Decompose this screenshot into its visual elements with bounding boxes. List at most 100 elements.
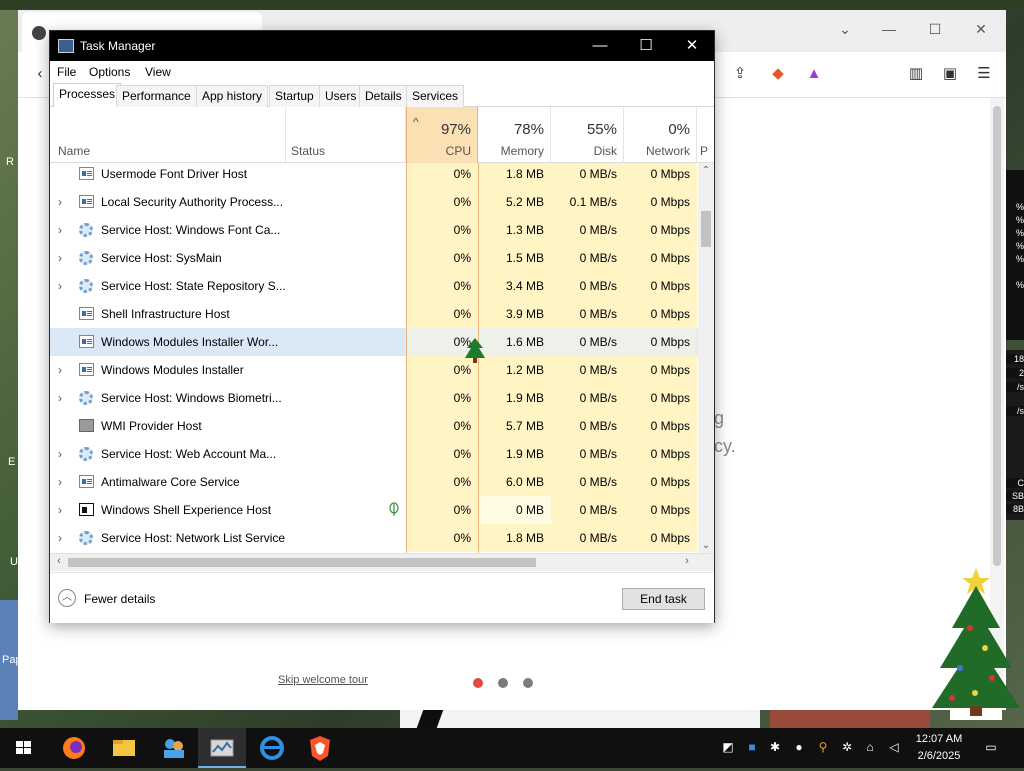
taskbar-internet-explorer[interactable]	[248, 728, 296, 768]
cell-cpu: 0%	[406, 440, 478, 468]
end-task-button[interactable]: End task	[622, 588, 705, 610]
expand-chevron-icon[interactable]: ›	[58, 468, 62, 496]
minimize-button[interactable]: —	[577, 31, 623, 61]
network-icon[interactable]: ⌂	[862, 739, 878, 755]
taskbar-firefox[interactable]	[50, 728, 98, 768]
close-button[interactable]: ✕	[669, 31, 715, 61]
cell-memory: 6.0 MB	[478, 468, 551, 496]
share-icon[interactable]: ⇪	[728, 62, 752, 86]
tab-details[interactable]: Details	[359, 85, 408, 107]
notification-center-icon[interactable]: ▭	[983, 739, 999, 755]
table-row[interactable]: › Service Host: State Repository S... 0% 3.…	[50, 272, 698, 300]
table-row[interactable]: WMI Provider Host 0% 5.7 MB 0 MB/s 0 Mbps	[50, 412, 698, 440]
start-button[interactable]	[0, 728, 48, 768]
chevron-down-icon[interactable]: ⌄	[830, 16, 860, 42]
maximize-button[interactable]: ☐	[623, 31, 669, 61]
skip-welcome-tour-link[interactable]: Skip welcome tour	[278, 674, 368, 686]
process-gear-icon	[79, 251, 93, 265]
taskbar-file-explorer[interactable]	[100, 728, 148, 768]
tray-square-icon[interactable]: ■	[744, 739, 760, 755]
taskbar: ◩ ■ ✱ ● ⚲ ✲ ⌂ ◁ 12:07 AM 2/6/2025 ▭	[0, 728, 1024, 768]
table-row[interactable]: › Windows Shell Experience Host 0% 0 MB 0 MB…	[50, 496, 698, 524]
fewer-details-link[interactable]: Fewer details	[84, 592, 155, 606]
column-header-cpu[interactable]: ^ 97% CPU	[406, 107, 478, 163]
expand-chevron-icon[interactable]: ›	[58, 188, 62, 216]
column-header-status[interactable]: Status	[286, 107, 406, 163]
taskbar-brave[interactable]	[296, 728, 344, 768]
tour-dot-1[interactable]	[473, 678, 483, 688]
tab-startup[interactable]: Startup	[269, 85, 320, 107]
expand-chevron-icon[interactable]: ›	[58, 356, 62, 384]
tab-services[interactable]: Services	[406, 85, 465, 107]
expand-chevron-icon[interactable]: ›	[58, 524, 62, 552]
task-manager-icon	[58, 39, 74, 53]
maximize-icon[interactable]: ☐	[920, 16, 950, 42]
scroll-up-icon[interactable]: ⌃	[700, 165, 712, 176]
column-header-name[interactable]: Name	[50, 107, 286, 163]
stat-2: %	[1006, 215, 1024, 225]
menu-options[interactable]: Options	[89, 65, 130, 79]
taskbar-clock[interactable]: 12:07 AM 2/6/2025	[906, 731, 972, 765]
menu-icon[interactable]: ☰	[972, 62, 996, 86]
cell-memory: 1.8 MB	[478, 163, 551, 188]
taskbar-task-manager[interactable]	[198, 728, 246, 768]
minimize-icon[interactable]: —	[874, 16, 904, 42]
taskbar-people[interactable]	[150, 728, 198, 768]
scroll-down-icon[interactable]: ⌄	[700, 540, 712, 551]
table-row[interactable]: › Service Host: Windows Font Ca... 0% 1.3 M…	[50, 216, 698, 244]
tray-people-icon[interactable]: ✱	[767, 739, 783, 755]
tab-app-history[interactable]: App history	[196, 85, 269, 107]
table-row[interactable]: › Windows Modules Installer 0% 1.2 MB 0 MB/s…	[50, 356, 698, 384]
table-row[interactable]: › Antimalware Core Service 0% 6.0 MB 0 MB/s 0…	[50, 468, 698, 496]
process-shell-icon	[79, 503, 94, 516]
brave-rewards-icon[interactable]: ▲	[802, 62, 826, 86]
volume-muted-icon[interactable]: ◁	[886, 739, 902, 755]
table-row[interactable]: › Service Host: Network List Service 0% 1.8…	[50, 524, 698, 552]
table-row[interactable]: Usermode Font Driver Host 0% 1.8 MB 0 MB/s 0…	[50, 163, 698, 188]
tray-drop-icon[interactable]: ●	[791, 739, 807, 755]
column-header-memory[interactable]: 78% Memory	[478, 107, 551, 163]
scroll-left-icon[interactable]: ‹	[52, 555, 66, 567]
column-header-disk[interactable]: 55% Disk	[551, 107, 624, 163]
tray-snowflake-icon[interactable]: ✲	[839, 739, 855, 755]
sidebar-icon[interactable]: ▥	[904, 62, 928, 86]
expand-chevron-icon[interactable]: ›	[58, 244, 62, 272]
table-row[interactable]: › Service Host: Web Account Ma... 0% 1.9 MB…	[50, 440, 698, 468]
table-row[interactable]: Windows Modules Installer Wor... 0% 1.6 MB…	[50, 328, 698, 356]
menu-file[interactable]: File	[57, 65, 76, 79]
expand-chevron-icon[interactable]: ›	[58, 440, 62, 468]
column-header-network[interactable]: 0% Network	[624, 107, 697, 163]
horizontal-scrollbar[interactable]: ‹ ›	[50, 553, 714, 571]
cell-disk: 0 MB/s	[551, 244, 624, 272]
vertical-scrollbar[interactable]: ⌃ ⌄	[698, 163, 714, 553]
tab-users[interactable]: Users	[319, 85, 363, 107]
expand-chevron-icon[interactable]: ›	[58, 216, 62, 244]
table-row[interactable]: › Local Security Authority Process... 0% 5.…	[50, 188, 698, 216]
christmas-tree-icon	[932, 568, 1020, 720]
table-row[interactable]: Shell Infrastructure Host 0% 3.9 MB 0 MB/s 0…	[50, 300, 698, 328]
brave-shield-icon[interactable]: ◆	[766, 62, 790, 86]
tray-app-icon[interactable]: ◩	[720, 739, 736, 755]
tray-search-icon[interactable]: ⚲	[815, 739, 831, 755]
file-explorer-icon	[113, 740, 135, 756]
tour-dot-2[interactable]	[498, 678, 508, 688]
close-icon[interactable]: ✕	[966, 16, 996, 42]
wallet-icon[interactable]: ▣	[938, 62, 962, 86]
chevron-up-circle-icon[interactable]: ︿	[58, 589, 76, 607]
column-header-power[interactable]: P	[697, 107, 714, 163]
table-row[interactable]: › Service Host: Windows Biometri... 0% 1.9 …	[50, 384, 698, 412]
browser-scroll-thumb[interactable]	[993, 106, 1001, 566]
tour-dot-3[interactable]	[523, 678, 533, 688]
expand-chevron-icon[interactable]: ›	[58, 272, 62, 300]
vertical-scroll-thumb[interactable]	[701, 211, 711, 247]
expand-chevron-icon[interactable]: ›	[58, 384, 62, 412]
expand-chevron-icon[interactable]: ›	[58, 496, 62, 524]
menu-view[interactable]: View	[145, 65, 171, 79]
cell-disk: 0 MB/s	[551, 468, 624, 496]
title-bar[interactable]: Task Manager — ☐ ✕	[50, 31, 714, 61]
scroll-right-icon[interactable]: ›	[680, 555, 694, 567]
tab-processes[interactable]: Processes	[53, 83, 122, 108]
horizontal-scroll-thumb[interactable]	[68, 558, 536, 567]
table-row[interactable]: › Service Host: SysMain 0% 1.5 MB 0 MB/s 0 Mb…	[50, 244, 698, 272]
tab-performance[interactable]: Performance	[116, 85, 197, 107]
